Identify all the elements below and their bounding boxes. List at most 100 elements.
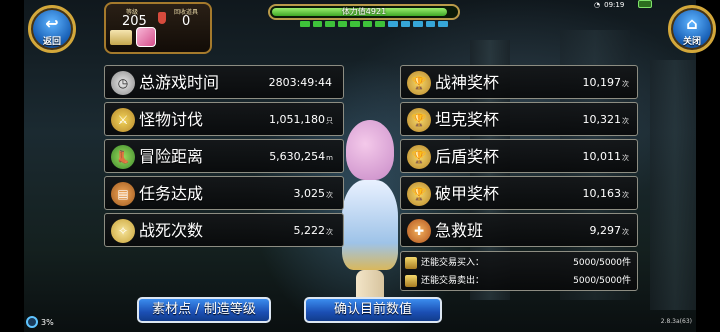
stat-right-value: 9,297 [589,224,622,237]
stat-left-row: ⚔ 怪物讨伐 1,051,180只 [104,102,344,136]
stat-right-row: ✚ 急救班 9,297次 [400,213,638,247]
letterbox-left [0,0,24,332]
trade-limits-panel: 还能交易买入： 5000/5000件 还能交易卖出： 5000/5000件 [400,251,638,291]
trophy-icon: 🏆 [407,71,431,95]
stat-left-label: 冒险距离 [139,147,204,166]
trophy-icon: 🏆 [407,145,431,169]
trade-sell-icon [405,275,417,287]
stamina-segments [300,21,448,27]
stat-right-value: 10,321 [582,113,622,126]
stat-right-value-wrap: 10,011次 [583,140,630,175]
card-icon[interactable] [110,30,132,45]
version-label: 2.8.3a(63) [660,318,692,325]
book-icon: ▤ [111,182,135,206]
stat-left-unit: 只 [326,117,333,125]
progress-percent: 3% [41,317,54,327]
stat-right-unit: 次 [622,117,629,125]
stat-left-value-wrap: 2803:49:44 [269,66,333,101]
stat-right-label: 战神奖杯 [435,73,500,92]
stamina-segment [312,21,323,27]
gift-icon[interactable] [136,27,156,47]
stat-left-value: 5,630,254 [269,150,326,163]
stamina-label: 体力值4921 [341,7,387,16]
stat-left-unit: 次 [326,228,333,236]
close-button[interactable]: ⌂ 关闭 [668,5,716,53]
wings-icon: ✧ [111,219,135,243]
player-info-panel: 等级 205 回收道具 0 [104,2,212,54]
trade-buy-icon [405,257,417,269]
stat-left-value-wrap: 3,025次 [294,177,334,212]
stat-left-value-wrap: 5,222次 [294,214,334,249]
player-character [334,120,404,320]
stamina-segment [362,21,373,27]
stamina-segment [413,21,423,27]
progress-ring-icon [26,316,38,328]
trade-sell-value: 5000/5000件 [573,276,631,286]
stat-right-label: 后盾奖杯 [435,147,500,166]
stat-right-value-wrap: 10,321次 [583,103,630,138]
stat-right-label: 急救班 [435,221,484,240]
stat-right-unit: 次 [622,80,629,88]
stat-right-value: 10,163 [582,187,622,200]
stat-left-label: 怪物讨伐 [139,110,204,129]
stat-right-label: 破甲奖杯 [435,184,500,203]
stat-left-value: 2803:49:44 [268,76,332,89]
trophy-icon: 🏆 [407,182,431,206]
stamina-segment [400,21,411,27]
stat-left-row: 👢 冒险距离 5,630,254m [104,139,344,173]
stamina-bar: 体力值4921 [268,4,460,20]
stat-left-value: 5,222 [293,224,326,237]
battery-icon [638,0,652,8]
clock-time: 09:19 [604,1,625,9]
stat-left-value-wrap: 5,630,254m [269,140,333,175]
potion-icon [158,12,166,24]
stat-right-label: 坦克奖杯 [435,110,500,129]
boot-icon: 👢 [111,145,135,169]
stamina-segment [300,21,310,27]
stat-right-row: 🏆 战神奖杯 10,197次 [400,65,638,99]
stat-right-unit: 次 [622,154,629,162]
stopwatch-icon: ◷ [111,71,135,95]
back-arrow-icon: ↩ [45,14,59,33]
stamina-segment [337,21,348,27]
stat-right-row: 🏆 后盾奖杯 10,011次 [400,139,638,173]
trade-buy-label: 还能交易买入： [421,258,485,268]
stat-right-unit: 次 [622,191,629,199]
wifi-icon: ◔ [594,1,601,9]
stat-right-value-wrap: 10,197次 [583,66,630,101]
first-aid-icon: ✚ [407,219,431,243]
stat-left-unit: m [326,154,333,162]
stat-left-label: 战死次数 [139,221,204,240]
stat-left-value-wrap: 1,051,180只 [269,103,333,138]
home-icon: ⌂ [686,14,698,33]
close-button-label: 关闭 [682,37,701,47]
stat-left-label: 任务达成 [139,184,204,203]
sword-icon: ⚔ [111,108,135,132]
stat-left-unit: 次 [326,191,333,199]
stat-right-value-wrap: 9,297次 [590,214,630,249]
trade-sell-label: 还能交易卖出： [421,276,485,286]
stat-right-row: 🏆 破甲奖杯 10,163次 [400,176,638,210]
stamina-segment [388,21,398,27]
confirm-values-button[interactable]: 确认目前数值 [304,297,442,323]
recycle-item-value: 0 [182,14,191,29]
materials-craft-level-button[interactable]: 素材点 / 制造等级 [137,297,271,323]
stamina-segment [375,21,386,27]
stamina-segment [438,21,448,27]
trade-buy-row: 还能交易买入： 5000/5000件 [405,255,635,271]
back-button[interactable]: ↩ 返回 [28,5,76,53]
device-status: ◔ 09:19 [594,0,624,10]
stat-left-row: ✧ 战死次数 5,222次 [104,213,344,247]
stat-right-row: 🏆 坦克奖杯 10,321次 [400,102,638,136]
stamina-segment [425,21,436,27]
trade-buy-value: 5000/5000件 [573,258,631,268]
stat-left-row: ◷ 总游戏时间 2803:49:44 [104,65,344,99]
stat-left-value: 1,051,180 [269,113,325,126]
stat-left-label: 总游戏时间 [139,73,220,92]
stamina-segment [325,21,335,27]
stat-left-row: ▤ 任务达成 3,025次 [104,176,344,210]
stamina-segment [350,21,360,27]
stat-right-value-wrap: 10,163次 [583,177,630,212]
trophy-icon: 🏆 [407,108,431,132]
stat-right-value: 10,011 [582,150,622,163]
